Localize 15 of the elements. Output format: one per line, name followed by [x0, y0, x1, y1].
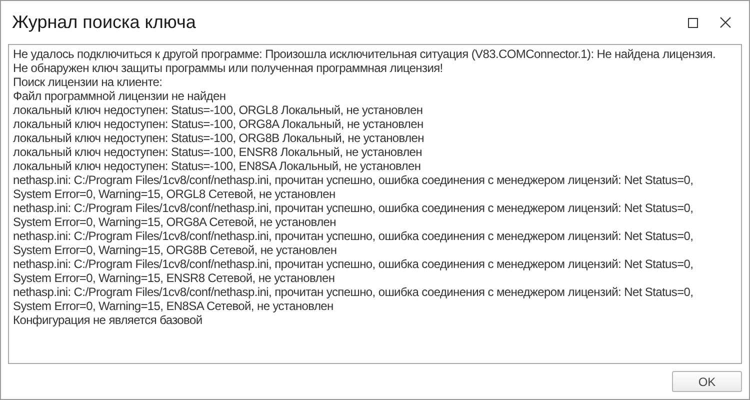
log-line: локальный ключ недоступен: Status=-100, ORG8B Локальный, не установлен — [13, 131, 425, 145]
window-title: Журнал поиска ключа — [12, 12, 197, 33]
log-line: Файл программной лицензии не найден — [13, 89, 227, 103]
log-line: локальный ключ недоступен: Status=-100, ORG8A Локальный, не установлен — [13, 117, 424, 131]
maximize-icon — [688, 18, 698, 28]
close-icon — [720, 17, 730, 28]
ok-button[interactable]: OK — [672, 371, 742, 392]
log-line: Конфигурация не является базовой — [13, 313, 204, 327]
log-line: nethasp.ini: C:/Program Files/1cv8/conf/nethasp.ini, прочитан успешно, ошибка соединения с менеджером лицензий: Net Status=0, System Error=0, Warning=15, EN8SA Сетевой, не установлен — [13, 285, 694, 313]
log-line: локальный ключ недоступен: Status=-100, ORGL8 Локальный, не установлен — [13, 103, 424, 117]
log-line: Поиск лицензии на клиенте: — [13, 75, 164, 89]
log-line: локальный ключ недоступен: Status=-100, EN8SA Локальный, не установлен — [13, 159, 422, 173]
log-line: локальный ключ недоступен: Status=-100, ENSR8 Локальный, не установлен — [13, 145, 423, 159]
log-text-area[interactable] — [8, 44, 742, 364]
log-line: Не удалось подключиться к другой программе: Произошла исключительная ситуация (V83.COMConnector.1): Не найдена лицензия. Не обнаружен ключ защиты программы или полученная программная лицензия! — [13, 47, 717, 75]
